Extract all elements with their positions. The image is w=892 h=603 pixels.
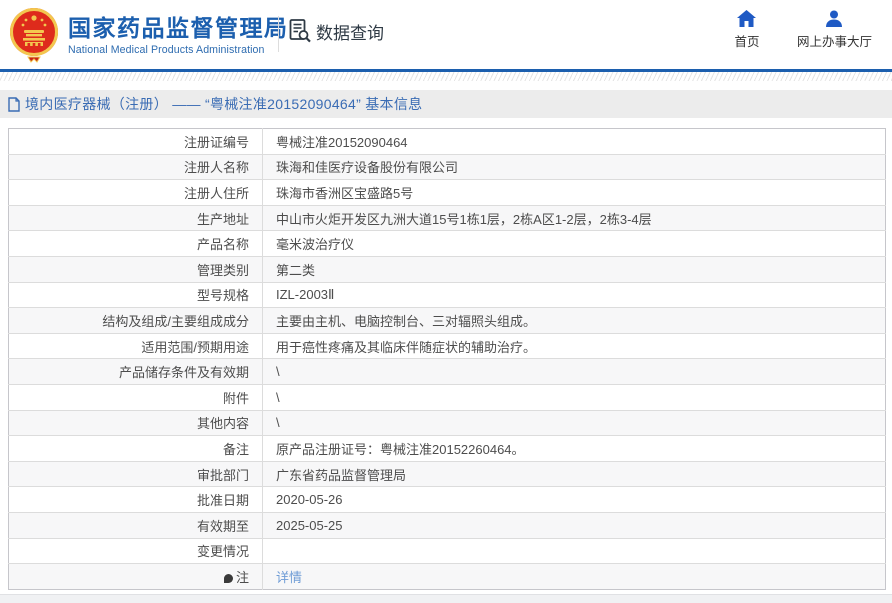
- home-icon: [737, 10, 757, 27]
- table-row: 适用范围/预期用途 用于癌性疼痛及其临床伴随症状的辅助治疗。: [8, 332, 886, 359]
- row-value: \: [262, 383, 886, 411]
- row-label: 附件: [8, 383, 263, 411]
- table-row: 备注 原产品注册证号：粤械注准20152260464。: [8, 435, 886, 462]
- table-row: 产品储存条件及有效期 \: [8, 358, 886, 385]
- row-label: 其他内容: [8, 409, 263, 436]
- document-search-icon: [289, 19, 311, 43]
- row-label: 审批部门: [8, 460, 263, 487]
- table-row: 结构及组成/主要组成成分 主要由主机、电脑控制台、三对辐照头组成。: [8, 307, 886, 334]
- row-value: 用于癌性疼痛及其临床伴随症状的辅助治疗。: [262, 332, 886, 359]
- table-row: 附件 \: [8, 383, 886, 411]
- page-title-bar: 境内医疗器械（注册） —— “粤械注准20152090464” 基本信息: [0, 90, 892, 118]
- row-label: 注册人名称: [8, 153, 263, 180]
- nav-home-label: 首页: [734, 35, 760, 49]
- row-value: IZL-2003Ⅱ: [262, 281, 886, 308]
- detail-link[interactable]: 详情: [276, 570, 302, 585]
- row-label: 注: [8, 563, 263, 590]
- top-nav: 首页 网上办事大厅: [725, 10, 872, 50]
- row-label: 管理类别: [8, 255, 263, 283]
- table-row: 有效期至 2025-05-25: [8, 511, 886, 538]
- row-value: 珠海和佳医疗设备股份有限公司: [262, 153, 886, 180]
- row-value: 第二类: [262, 255, 886, 283]
- row-label: 批准日期: [8, 486, 263, 513]
- table-row: 变更情况: [8, 537, 886, 564]
- row-value: 广东省药品监督管理局: [262, 460, 886, 487]
- registration-info-table: 注册证编号 粤械注准20152090464 注册人名称 珠海和佳医疗设备股份有限公司注…: [8, 128, 886, 590]
- row-value: 2025-05-25: [262, 511, 886, 538]
- table-row: 型号规格 IZL-2003Ⅱ: [8, 281, 886, 308]
- row-label: 注册人住所: [8, 179, 263, 206]
- nav-home[interactable]: 首页: [725, 10, 769, 50]
- table-row: 产品名称 毫米波治疗仪: [8, 230, 886, 257]
- document-icon: [8, 96, 20, 112]
- header-divider: [278, 16, 279, 52]
- note-pin-icon: [223, 573, 233, 583]
- row-value: 毫米波治疗仪: [262, 230, 886, 257]
- row-label: 适用范围/预期用途: [8, 332, 263, 359]
- data-query-section-link[interactable]: 数据查询: [288, 18, 384, 44]
- data-query-label: 数据查询: [316, 23, 384, 43]
- row-label: 产品储存条件及有效期: [8, 358, 263, 385]
- row-label: 结构及组成/主要组成成分: [8, 307, 263, 334]
- nmpa-logo-link[interactable]: 国家药品监督管理局 National Medical Products Admi…: [8, 7, 289, 63]
- info-table-body: 注册证编号 粤械注准20152090464 注册人名称 珠海和佳医疗设备股份有限公司注…: [8, 128, 886, 590]
- table-row: 批准日期 2020-05-26: [8, 486, 886, 513]
- row-label: 注册证编号: [8, 128, 263, 155]
- row-label: 变更情况: [8, 537, 263, 564]
- row-value: 珠海市香洲区宝盛路5号: [262, 179, 886, 206]
- row-value: 详情: [262, 563, 886, 590]
- row-value: \: [262, 409, 886, 436]
- org-name-en: National Medical Products Administration: [68, 43, 265, 56]
- nav-service-hall-label: 网上办事大厅: [796, 35, 872, 49]
- table-row: 注册人名称 珠海和佳医疗设备股份有限公司: [8, 153, 886, 180]
- row-value: 2020-05-26: [262, 486, 886, 513]
- org-titles: 国家药品监督管理局 National Medical Products Admi…: [68, 15, 289, 56]
- user-icon: [826, 10, 843, 27]
- row-value: 粤械注准20152090464: [276, 134, 408, 150]
- row-value: 原产品注册证号：粤械注准20152260464。: [262, 435, 886, 462]
- table-row: 管理类别 第二类: [8, 255, 886, 283]
- row-value: \: [262, 358, 886, 385]
- header: 国家药品监督管理局 National Medical Products Admi…: [0, 0, 892, 69]
- table-row: 注册人住所 珠海市香洲区宝盛路5号: [8, 179, 886, 206]
- row-label: 备注: [8, 435, 263, 462]
- row-label: 产品名称: [8, 230, 263, 257]
- table-row: 其他内容 \: [8, 409, 886, 436]
- page-title: 境内医疗器械（注册） —— “粤械注准20152090464” 基本信息: [25, 96, 423, 112]
- table-row: 注册证编号 粤械注准20152090464: [8, 128, 886, 155]
- row-value: 主要由主机、电脑控制台、三对辐照头组成。: [262, 307, 886, 334]
- row-label: 型号规格: [8, 281, 263, 308]
- row-label: 有效期至: [8, 511, 263, 538]
- hatch-stripe-band: [0, 72, 892, 81]
- org-name-cn: 国家药品监督管理局: [68, 14, 289, 41]
- table-row: 生产地址 中山市火炬开发区九洲大道15号1栋1层，2栋A区1-2层，2栋3-4层: [8, 204, 886, 231]
- nav-service-hall[interactable]: 网上办事大厅: [797, 10, 872, 50]
- row-value: [262, 537, 886, 564]
- row-value: 中山市火炬开发区九洲大道15号1栋1层，2栋A区1-2层，2栋3-4层: [262, 204, 886, 231]
- table-row: 审批部门 广东省药品监督管理局: [8, 460, 886, 487]
- national-emblem-icon: [10, 8, 58, 63]
- row-label: 生产地址: [8, 204, 263, 231]
- table-row: 注详情: [8, 563, 886, 590]
